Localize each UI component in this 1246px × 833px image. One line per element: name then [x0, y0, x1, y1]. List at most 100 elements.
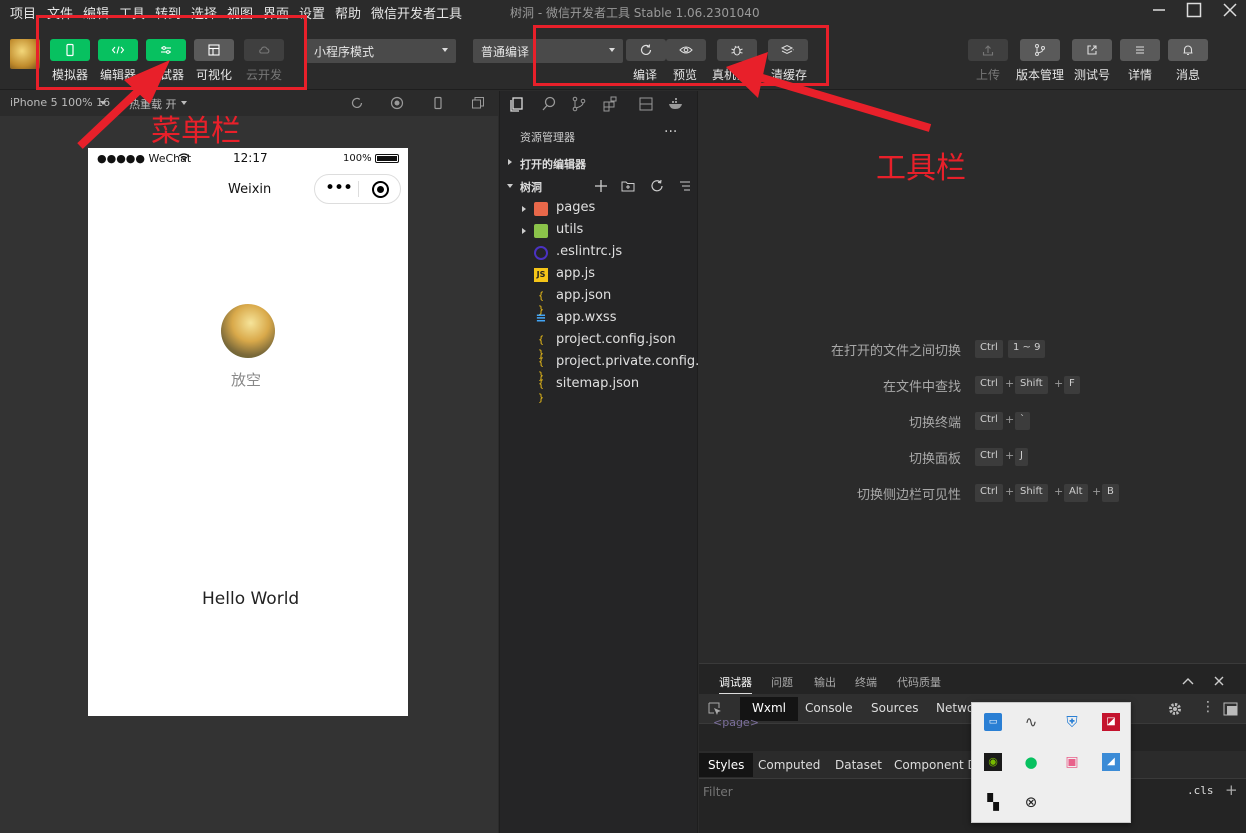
settings-gear-icon[interactable] — [1167, 701, 1183, 717]
tab-computed[interactable]: Computed — [758, 758, 820, 772]
menu-project[interactable]: 项目 — [10, 3, 36, 22]
network-app-icon[interactable]: ▭ — [984, 713, 1002, 731]
chevron-down-icon — [507, 184, 513, 188]
menu-help[interactable]: 帮助 — [335, 3, 361, 22]
tree-item-app-wxss[interactable]: ≡ app.wxss — [500, 308, 698, 330]
upload-button[interactable] — [968, 39, 1008, 61]
key-cap: B — [1102, 484, 1119, 502]
file-name: project.private.config.js... — [556, 354, 723, 369]
tree-item-eslintrc[interactable]: .eslintrc.js — [500, 242, 698, 264]
toolbar-highlight-box — [533, 25, 829, 86]
dock-icon[interactable] — [1223, 702, 1238, 716]
tab-output[interactable]: 输出 — [814, 674, 836, 690]
explorer-title: 资源管理器 — [520, 131, 575, 144]
xbox-icon[interactable]: ⊗ — [1022, 793, 1040, 811]
key-cap: Shift — [1015, 484, 1048, 502]
device-icon[interactable] — [431, 96, 445, 110]
tab-debugger[interactable]: 调试器 — [719, 674, 752, 695]
tree-item-project-private-config[interactable]: { } project.private.config.js... — [500, 352, 722, 382]
json-file-icon: { } — [537, 357, 545, 382]
search-icon[interactable] — [540, 95, 558, 113]
shortcut-row: 在打开的文件之间切换 Ctrl 1 ~ 9 — [699, 339, 1246, 359]
phone-screen[interactable]: ●●●●● WeChat 12:17 100% Weixin ••• 放空 He… — [88, 148, 408, 716]
upload-label: 上传 — [976, 68, 1001, 82]
version-control-button[interactable] — [1020, 39, 1060, 61]
page-node[interactable]: <page> — [713, 716, 759, 729]
new-file-icon[interactable] — [594, 179, 608, 193]
extensions-icon[interactable] — [601, 95, 619, 113]
minimize-button[interactable] — [1144, 2, 1174, 22]
refresh-icon[interactable] — [650, 179, 664, 193]
key-cap: Ctrl — [975, 412, 1003, 430]
menu-icon — [1136, 46, 1144, 54]
tab-code-quality[interactable]: 代码质量 — [897, 674, 941, 690]
more-dots-icon[interactable]: ••• — [325, 178, 353, 198]
plus-sign: + — [1005, 413, 1015, 426]
tab-sources[interactable]: Sources — [871, 701, 918, 715]
menu-devtools[interactable]: 微信开发者工具 — [371, 3, 462, 22]
waveform-icon[interactable]: ∿ — [1022, 713, 1040, 731]
plus-sign: + — [1054, 485, 1064, 498]
file-name: project.config.json — [556, 332, 676, 347]
window-title: 树洞 - 微信开发者工具 Stable 1.06.2301040 — [510, 6, 760, 20]
nvidia-icon[interactable]: ◉ — [984, 753, 1002, 771]
popout-icon[interactable] — [471, 96, 485, 110]
test-account-button[interactable] — [1072, 39, 1112, 61]
file-name: sitemap.json — [556, 376, 640, 391]
tree-item-app-json[interactable]: { } app.json — [500, 286, 698, 316]
tree-item-utils[interactable]: utils — [500, 220, 698, 242]
plus-sign: + — [1054, 377, 1064, 390]
collapse-all-icon[interactable] — [678, 179, 692, 193]
tree-item-pages[interactable]: pages — [500, 198, 698, 220]
mode-select[interactable]: 小程序模式 — [306, 39, 456, 63]
close-window-button[interactable] — [1215, 2, 1245, 22]
project-root-section[interactable]: 树洞 — [500, 176, 698, 196]
files-icon[interactable] — [508, 95, 526, 113]
tab-console[interactable]: Console — [805, 701, 853, 715]
tab-terminal[interactable]: 终端 — [855, 674, 877, 690]
chevron-up-icon[interactable] — [1182, 677, 1194, 685]
rotate-icon[interactable] — [350, 96, 364, 110]
maximize-button[interactable] — [1179, 2, 1209, 22]
wxss-file-icon: ≡ — [535, 311, 547, 326]
add-style-rule-button[interactable]: + — [1225, 781, 1238, 799]
tree-item-app-js[interactable]: JS app.js — [500, 264, 698, 286]
battery-percent: 100% — [343, 153, 372, 164]
filter-input[interactable] — [703, 783, 953, 801]
close-icon — [1223, 3, 1237, 17]
tree-item-project-config[interactable]: { } project.config.json — [500, 330, 698, 360]
amd-icon[interactable]: ◪ — [1102, 713, 1120, 731]
source-control-icon[interactable] — [570, 95, 588, 113]
capsule-divider — [358, 181, 359, 197]
tv-icon[interactable]: ▣ — [1063, 753, 1081, 771]
avatar[interactable] — [221, 304, 275, 358]
file-name: pages — [556, 200, 596, 215]
messages-button[interactable] — [1168, 39, 1208, 61]
docker-icon[interactable] — [667, 95, 685, 113]
details-button[interactable] — [1120, 39, 1160, 61]
status-time: 12:17 — [233, 151, 268, 165]
shortcut-row: 在文件中查找 Ctrl + Shift + F — [699, 375, 1246, 395]
close-panel-icon[interactable] — [1214, 676, 1224, 686]
tab-dataset[interactable]: Dataset — [835, 758, 882, 772]
image-tool-icon[interactable]: ◢ — [1102, 753, 1120, 771]
more-vertical-icon[interactable]: ⋮ — [1201, 699, 1215, 715]
tree-item-sitemap[interactable]: { } sitemap.json — [500, 374, 698, 404]
new-folder-icon[interactable] — [621, 179, 635, 193]
more-options-icon[interactable]: ··· — [664, 124, 677, 140]
cls-toggle[interactable]: .cls — [1187, 784, 1214, 797]
inspect-element-icon[interactable] — [708, 702, 722, 716]
security-shield-icon[interactable]: ⛨ — [1063, 713, 1081, 731]
file-name: utils — [556, 222, 584, 237]
shortcut-row: 切换侧边栏可见性 Ctrl + Shift + Alt + B — [699, 483, 1246, 503]
wechat-icon[interactable]: ● — [1022, 753, 1040, 771]
record-icon[interactable] — [390, 96, 404, 110]
bookmark-app-icon[interactable]: ▚ — [984, 793, 1002, 811]
tab-styles[interactable]: Styles — [699, 753, 754, 777]
storage-icon[interactable] — [637, 95, 655, 113]
file-name: .eslintrc.js — [556, 244, 623, 259]
tab-problems[interactable]: 问题 — [771, 674, 793, 690]
device-select[interactable]: iPhone 5 100% 16 — [10, 96, 110, 109]
close-miniprogram-icon[interactable] — [372, 181, 389, 198]
open-editors-section[interactable]: 打开的编辑器 — [500, 153, 698, 173]
